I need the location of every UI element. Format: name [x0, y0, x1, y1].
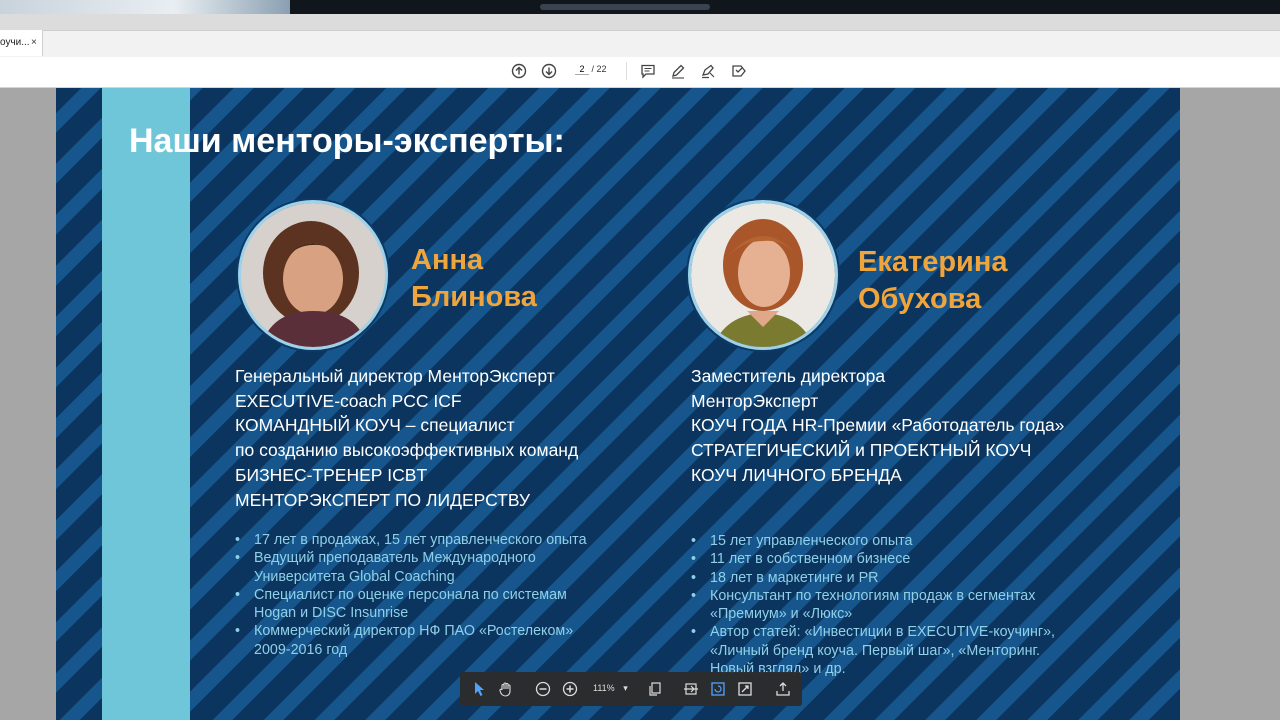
total-pages: 22: [596, 64, 607, 74]
toolbar-divider: [626, 62, 627, 80]
pen-icon[interactable]: [669, 62, 687, 80]
slide-title: Наши менторы-эксперты:: [129, 122, 565, 160]
arrow-down-icon[interactable]: [540, 62, 558, 80]
avatar: [688, 200, 838, 350]
share-icon[interactable]: [774, 680, 792, 698]
copy-icon[interactable]: [646, 680, 664, 698]
role-line: СТРАТЕГИЧЕСКИЙ и ПРОЕКТНЫЙ КОУЧ: [691, 440, 1032, 461]
zoom-out-icon[interactable]: [534, 680, 552, 698]
rotate-icon[interactable]: [709, 680, 727, 698]
list-item: Ведущий преподаватель МеждународногоУнив…: [235, 549, 587, 586]
zoom-dropdown-icon[interactable]: ▾: [623, 683, 628, 693]
role-line: Генеральный директор МенторЭксперт: [235, 366, 555, 386]
role-line: КОУЧ ГОДА HR-Премии «Работодатель года»: [691, 415, 1065, 436]
mentor-last-name: Обухова: [858, 283, 982, 315]
role-line: БИЗНЕС-ТРЕНЕР ICBT: [235, 464, 428, 485]
mentor-photo-ekaterina: [691, 203, 835, 347]
mentor-roles-anna: Генеральный директор МенторЭксперт EXECU…: [235, 364, 578, 512]
mentor-first-name: Екатерина: [858, 246, 1008, 278]
role-line: КОМАНДНЫЙ КОУЧ – специалист: [235, 415, 515, 436]
role-line: EXECUTIVE-coach PCC ICF: [235, 390, 462, 411]
role-line: КОУЧ ЛИЧНОГО БРЕНДА: [691, 464, 902, 485]
list-item: Автор статей: «Инвестиции в EXECUTIVE-ко…: [691, 623, 1055, 678]
role-line: МЕНТОРЭКСПЕРТ ПО ЛИДЕРСТВУ: [235, 489, 531, 510]
avatar: [238, 200, 388, 350]
accent-bar: [102, 88, 190, 720]
pdf-page-slide: Наши менторы-эксперты: Анна Блинова Гене…: [56, 88, 1180, 720]
mentor-roles-ekaterina: Заместитель директора МенторЭксперт КОУЧ…: [691, 364, 1064, 488]
browser-tab-strip: [0, 30, 1280, 58]
mentor-name-anna: Анна Блинова: [411, 242, 537, 316]
page-indicator: / 22: [575, 64, 607, 75]
role-line: по созданию высокоэффективных команд: [235, 440, 579, 461]
zoom-value: 111%: [593, 683, 615, 693]
stamp-icon[interactable]: [730, 62, 748, 80]
zoom-level[interactable]: 111% ▾: [593, 683, 628, 694]
tab-close-icon[interactable]: ×: [31, 30, 37, 56]
tab-label: оучи...: [0, 37, 30, 48]
mentor-bullets-anna: 17 лет в продажах, 15 лет управленческог…: [235, 531, 587, 659]
mentor-last-name: Блинова: [411, 281, 537, 313]
mentor-bullets-ekaterina: 15 лет управленческого опыта 11 лет в со…: [691, 532, 1055, 678]
top-window-strip: [0, 0, 1280, 14]
list-item: Специалист по оценке персонала по систем…: [235, 586, 587, 623]
mentor-photo-anna: [241, 203, 385, 347]
list-item: 15 лет управленческого опыта: [691, 532, 1055, 551]
browser-tab-bar: [0, 14, 1280, 30]
list-item: 17 лет в продажах, 15 лет управленческог…: [235, 531, 587, 550]
comment-icon[interactable]: [639, 62, 657, 80]
fit-page-icon[interactable]: [682, 680, 700, 698]
browser-tab[interactable]: оучи... ×: [0, 30, 43, 56]
page-separator: /: [591, 64, 595, 74]
blurred-header-area: [0, 0, 290, 14]
fullscreen-icon[interactable]: [736, 680, 754, 698]
cursor-icon[interactable]: [470, 680, 488, 698]
zoom-in-icon[interactable]: [561, 680, 579, 698]
hand-icon[interactable]: [497, 680, 515, 698]
role-line: МенторЭксперт: [691, 390, 819, 411]
mentor-name-ekaterina: Екатерина Обухова: [858, 244, 1008, 318]
list-item: 18 лет в маркетинге и PR: [691, 569, 1055, 588]
mentor-first-name: Анна: [411, 244, 484, 276]
highlight-icon[interactable]: [699, 62, 717, 80]
role-line: Заместитель директора: [691, 366, 886, 386]
list-item: Консультант по технологиям продаж в сегм…: [691, 587, 1055, 624]
list-item: 11 лет в собственном бизнесе: [691, 550, 1055, 569]
page-number-input[interactable]: [575, 64, 589, 75]
list-item: Коммерческий директор НФ ПАО «Ростелеком…: [235, 622, 587, 659]
blurred-title-text: [540, 4, 710, 10]
arrow-up-icon[interactable]: [510, 62, 528, 80]
